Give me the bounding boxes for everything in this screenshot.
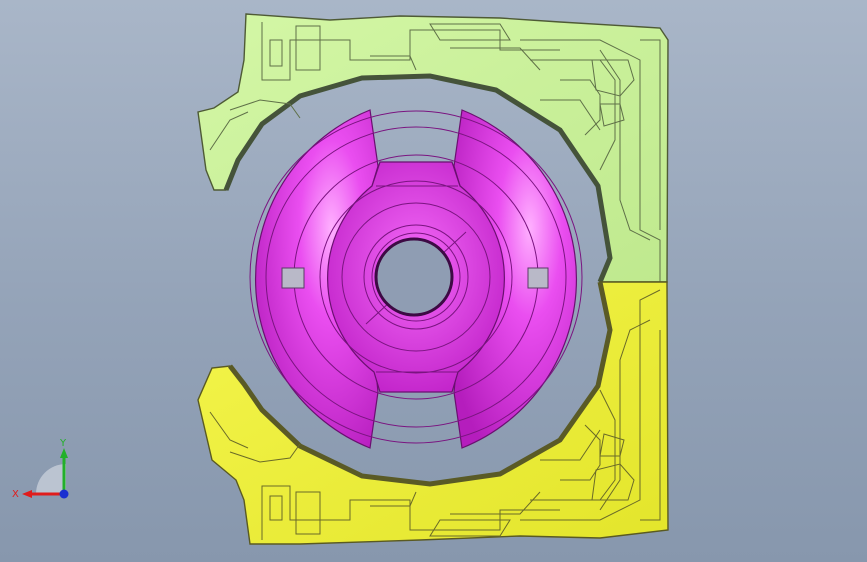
y-axis-label: Y	[59, 438, 67, 449]
y-axis-head	[60, 448, 68, 458]
triad-plane	[36, 464, 66, 494]
x-axis-head	[22, 490, 32, 498]
insert-center-hole	[374, 237, 454, 317]
magenta-insert[interactable]	[249, 109, 583, 449]
axis-triad: Y X	[12, 438, 69, 500]
insert-notch-left	[281, 267, 305, 289]
x-axis-label: X	[12, 489, 19, 500]
cad-viewport[interactable]	[0, 0, 867, 562]
insert-notch-right	[527, 267, 549, 289]
z-axis-dot	[59, 489, 69, 499]
